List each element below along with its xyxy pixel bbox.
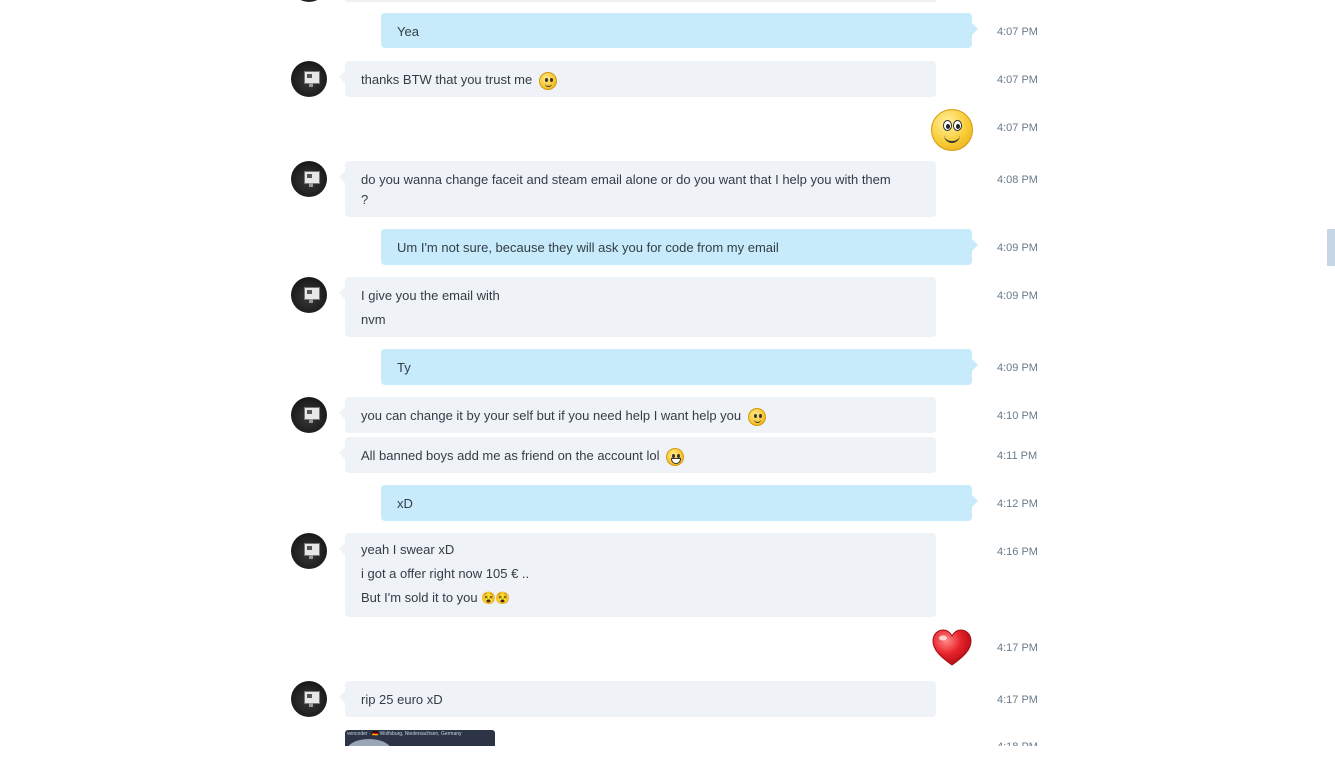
message-time: 4:07 PM <box>997 26 1038 38</box>
message-bubble-incoming[interactable]: yeah I swear xD i got a offer right now … <box>339 533 936 617</box>
message-time: 4:09 PM <box>997 290 1038 302</box>
message-time: 4:16 PM <box>997 546 1038 558</box>
avatar[interactable] <box>291 0 327 2</box>
message-bubble-incoming[interactable]: thanks BTW that you trust me <box>339 61 936 97</box>
message-bubble-incoming[interactable]: All banned boys add me as friend on the … <box>339 437 936 473</box>
attachment-caption: vencoder · 🇩🇪 Wolfsburg, Niedersachsen, … <box>347 731 462 737</box>
message-time: 4:12 PM <box>997 498 1038 510</box>
avatar[interactable] <box>291 161 327 197</box>
image-attachment[interactable]: vencoder · 🇩🇪 Wolfsburg, Niedersachsen, … <box>345 730 495 746</box>
avatar[interactable] <box>291 681 327 717</box>
message-bubble-incoming[interactable]: you can change it by your self but if yo… <box>339 397 936 433</box>
message-text: ? <box>361 192 369 207</box>
message-time: 4:07 PM <box>997 74 1038 86</box>
message-text: i got a offer right now 105 € .. <box>361 566 530 581</box>
message-text: Yea <box>397 24 419 39</box>
message-text: But I'm sold it to you 😵😵 <box>361 586 920 610</box>
dizzy-emoji: 😵😵 <box>481 591 510 605</box>
scrollbar-thumb[interactable] <box>1327 229 1335 266</box>
message-time: 4:08 PM <box>997 174 1038 186</box>
avatar[interactable] <box>291 397 327 433</box>
message-bubble-outgoing[interactable]: Ty <box>381 349 978 385</box>
message-text: I give you the email with <box>361 288 500 303</box>
conversation-view: Yea 4:07 PM thanks BTW that you trust me… <box>0 0 1335 746</box>
grin-emoji <box>666 447 685 466</box>
message-text: All banned boys add me as friend on the … <box>361 446 920 466</box>
message-bubble-incoming[interactable]: I give you the email with nvm <box>339 277 936 337</box>
message-text: yeah I swear xD <box>361 542 455 557</box>
message-bubble-outgoing[interactable]: xD <box>381 485 978 521</box>
avatar[interactable] <box>291 533 327 569</box>
message-text: thanks BTW that you trust me <box>361 70 920 90</box>
message-time: 4:10 PM <box>997 410 1038 422</box>
message-bubble-edge <box>345 0 936 2</box>
smile-emoji <box>538 71 557 90</box>
message-time: 4:09 PM <box>997 242 1038 254</box>
message-text: do you wanna change faceit and steam ema… <box>361 172 891 187</box>
smile-emoji <box>747 407 766 426</box>
message-text: rip 25 euro xD <box>361 692 443 707</box>
message-time: 4:11 PM <box>997 450 1038 462</box>
message-time: 4:17 PM <box>997 694 1038 706</box>
heart-emoji[interactable] <box>931 628 973 668</box>
message-time: 4:09 PM <box>997 362 1038 374</box>
message-text: Ty <box>397 360 411 375</box>
big-smile-emoji[interactable] <box>931 109 973 151</box>
message-text: Um I'm not sure, because they will ask y… <box>397 240 779 255</box>
avatar[interactable] <box>291 61 327 97</box>
avatar[interactable] <box>291 277 327 313</box>
message-bubble-outgoing[interactable]: Um I'm not sure, because they will ask y… <box>381 229 978 265</box>
message-time: 4:18 PM <box>997 742 1038 746</box>
message-bubble-incoming[interactable]: do you wanna change faceit and steam ema… <box>339 161 936 217</box>
message-time: 4:07 PM <box>997 122 1038 134</box>
attachment-preview <box>347 739 391 746</box>
message-text: xD <box>397 496 413 511</box>
message-bubble-incoming[interactable]: rip 25 euro xD <box>339 681 936 717</box>
message-text: nvm <box>361 312 386 327</box>
message-bubble-outgoing[interactable]: Yea <box>381 13 978 48</box>
message-time: 4:17 PM <box>997 642 1038 654</box>
message-text: you can change it by your self but if yo… <box>361 406 920 426</box>
